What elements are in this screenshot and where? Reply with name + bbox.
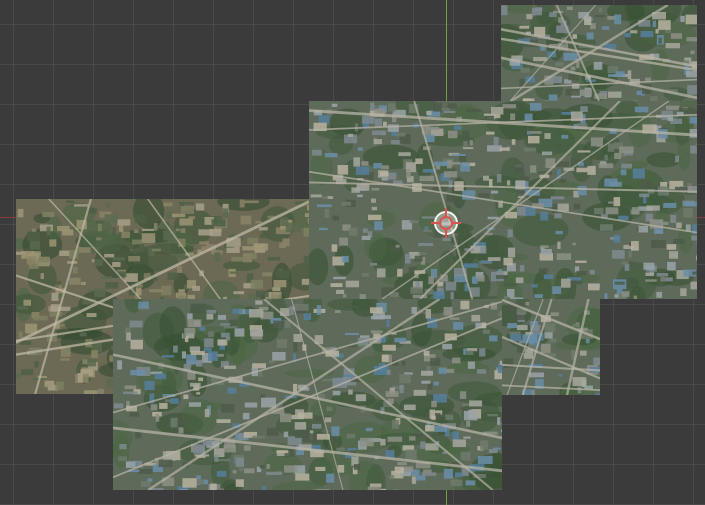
map-viewport[interactable]	[0, 0, 705, 505]
map-tile-right-middle[interactable]	[502, 299, 600, 395]
map-tile-lower-center[interactable]	[113, 299, 502, 490]
map-tile-center[interactable]	[309, 101, 697, 299]
map-tile-upper-right[interactable]	[501, 5, 697, 101]
